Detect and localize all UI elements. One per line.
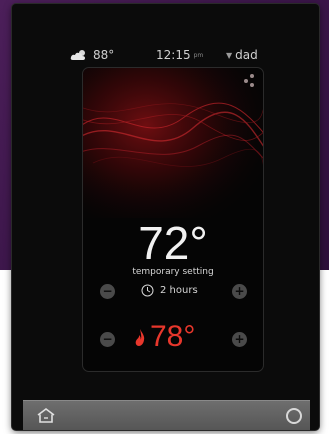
current-temperature-display: 78°	[135, 320, 195, 354]
weather-widget[interactable]: 88°	[70, 48, 114, 62]
weather-temperature: 88°	[93, 48, 115, 62]
temperature-decrease-button[interactable]: −	[100, 332, 115, 347]
menu-dots-icon[interactable]	[244, 74, 258, 88]
set-temperature: 72°	[138, 217, 208, 269]
duration-increase-button[interactable]: +	[232, 284, 247, 299]
home-icon[interactable]	[36, 407, 56, 424]
mode-label: temporary setting	[132, 267, 214, 277]
cloud-sun-icon	[70, 50, 85, 60]
user-name: dad	[235, 48, 258, 62]
user-selector[interactable]: ▼ dad	[226, 48, 258, 62]
clock-time: 12:15 pm	[156, 48, 203, 62]
duration-decrease-button[interactable]: −	[100, 284, 115, 299]
time-value: 12:15	[156, 48, 191, 62]
circle-icon[interactable]	[286, 408, 302, 424]
flame-wave-graphic	[83, 68, 263, 218]
flame-icon	[135, 328, 145, 346]
clock-icon	[141, 284, 154, 297]
caret-down-icon: ▼	[226, 50, 233, 60]
temperature-increase-button[interactable]: +	[232, 332, 247, 347]
bottom-toolbar	[23, 400, 310, 430]
time-ampm: pm	[193, 52, 204, 59]
duration-display: 2 hours	[141, 284, 198, 297]
current-temperature: 78°	[150, 320, 196, 353]
thermostat-screen: 72° temporary setting − 2 hours + − 78° …	[82, 67, 264, 372]
status-bar: 88° 12:15 pm ▼ dad	[70, 44, 270, 66]
duration-value: 2 hours	[160, 285, 198, 296]
